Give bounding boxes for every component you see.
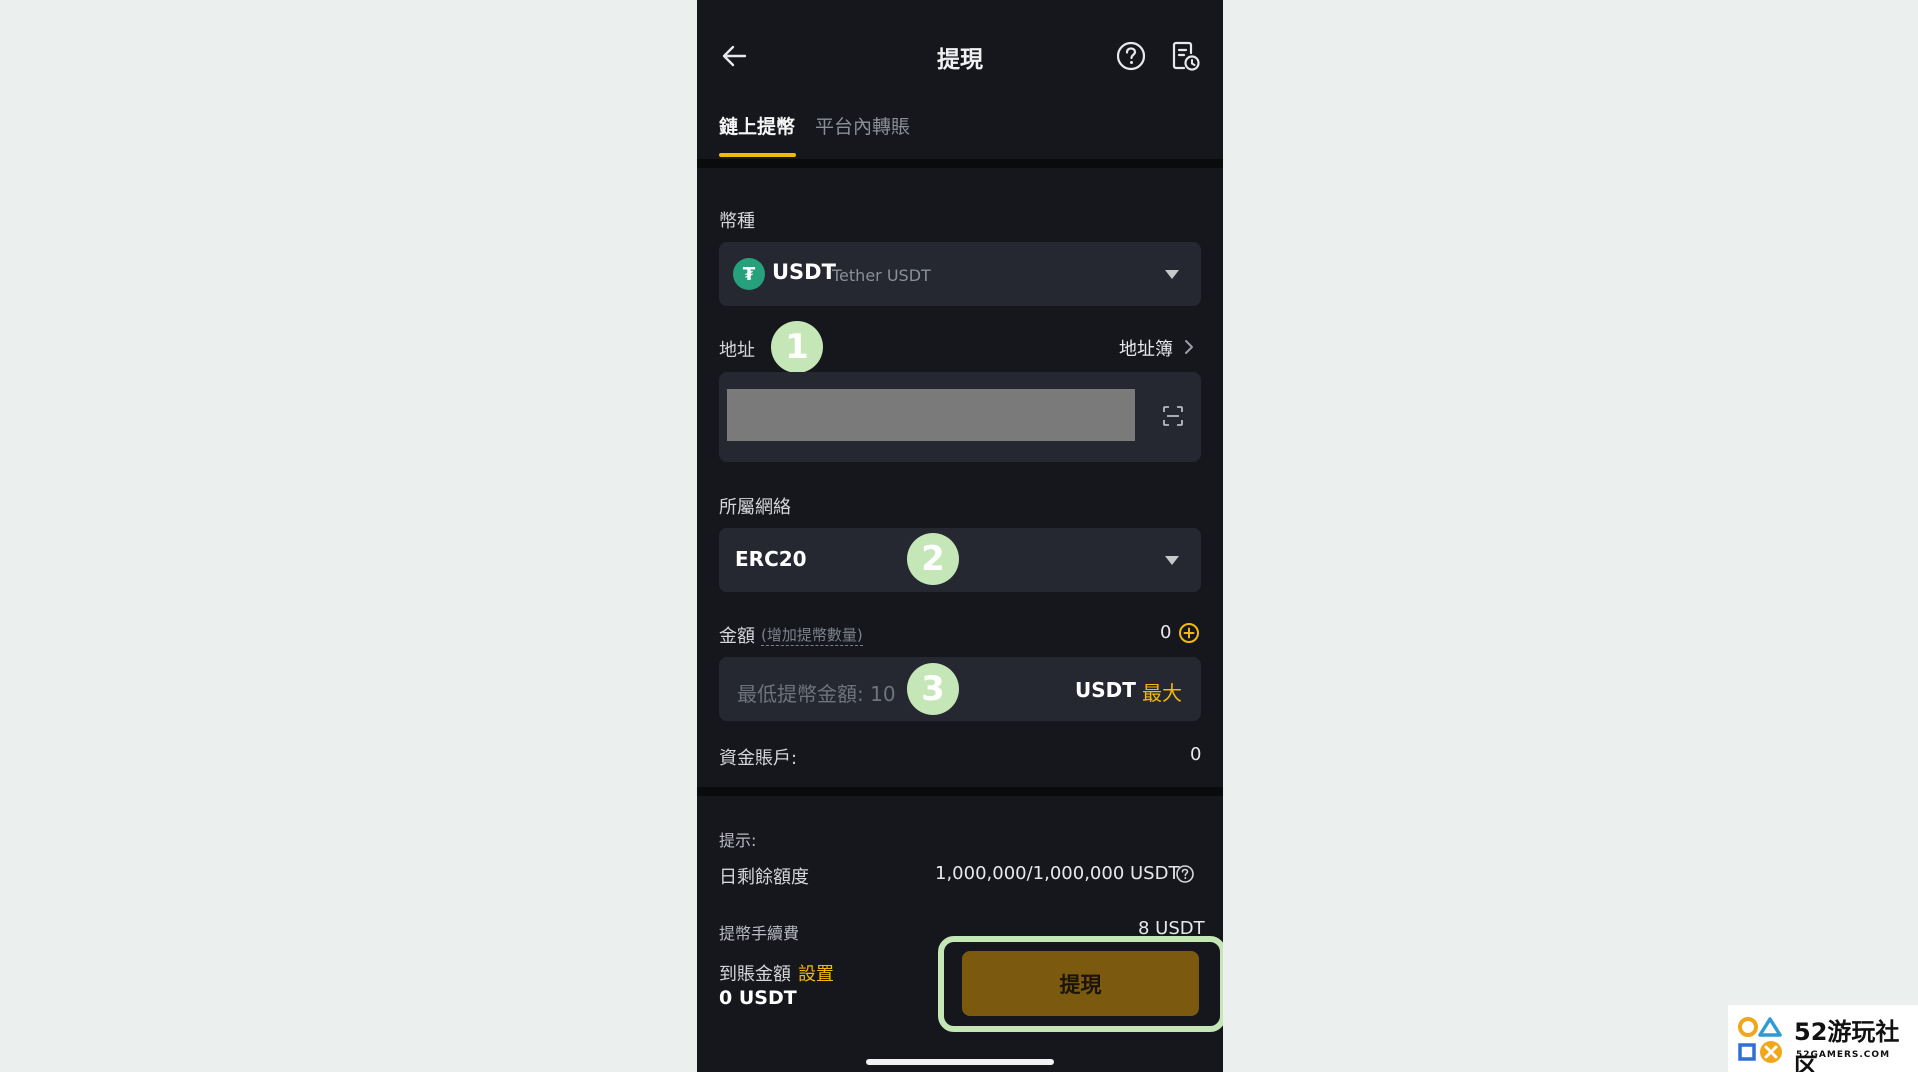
help-icon[interactable] [1115, 40, 1147, 72]
amount-count: 0 [1160, 622, 1172, 643]
step-badge-2: 2 [907, 533, 959, 585]
daily-remaining-label: 日剩餘額度 [719, 867, 809, 888]
network-value: ERC20 [735, 547, 807, 571]
tips-label: 提示: [719, 831, 757, 850]
funding-account-label: 資金賬戶: [719, 748, 798, 769]
info-question-icon[interactable] [1175, 864, 1195, 884]
received-amount-label: 到賬金額 [719, 964, 791, 985]
coin-label: 幣種 [719, 211, 755, 232]
watermark-title: 52游玩社区 [1794, 1018, 1900, 1072]
network-label: 所屬網絡 [719, 497, 791, 518]
amount-hint[interactable]: (增加提幣數量) [761, 624, 863, 646]
amount-unit: USDT [1075, 678, 1136, 702]
coin-full-name: Tether USDT [832, 266, 931, 285]
chevron-right-icon[interactable] [1184, 339, 1194, 355]
tether-coin-icon: ₮ [733, 258, 765, 290]
received-settings-link[interactable]: 設置 [798, 960, 834, 986]
phone-screen: 提現 鏈上提幣 平台內轉賬 幣種 ₮ USDT Tether USDT 地址 1… [697, 0, 1223, 1072]
scan-qr-icon[interactable] [1162, 405, 1184, 427]
tab-onchain-withdraw[interactable]: 鏈上提幣 [719, 112, 795, 139]
daily-remaining-value: 1,000,000/1,000,000 USDT [935, 863, 1180, 884]
withdraw-history-icon[interactable] [1171, 40, 1201, 72]
address-label: 地址 [719, 340, 755, 361]
step-badge-1: 1 [771, 321, 823, 373]
coin-symbol: USDT [772, 260, 836, 284]
withdraw-button[interactable]: 提現 [962, 951, 1199, 1016]
amount-label: 金額 [719, 626, 755, 647]
section-divider [697, 787, 1223, 796]
chevron-down-icon[interactable] [1165, 270, 1179, 279]
plus-circle-icon[interactable] [1178, 622, 1200, 644]
step-badge-3: 3 [907, 663, 959, 715]
amount-placeholder: 最低提幣金額: 10 [737, 682, 896, 706]
home-indicator[interactable] [866, 1059, 1054, 1065]
fee-label: 提幣手續費 [719, 924, 800, 943]
chevron-down-icon[interactable] [1165, 556, 1179, 565]
active-tab-indicator [719, 153, 796, 157]
section-divider [697, 159, 1223, 168]
received-amount-value: 0 USDT [719, 987, 797, 1009]
address-book-link[interactable]: 地址簿 [1119, 335, 1173, 361]
funding-account-value: 0 [1190, 744, 1202, 765]
watermark-url: 52GAMERS.COM [1796, 1050, 1891, 1060]
max-amount-button[interactable]: 最大 [1142, 677, 1182, 706]
game-controller-shapes-icon [1738, 1017, 1782, 1063]
tab-internal-transfer[interactable]: 平台內轉賬 [815, 112, 910, 139]
watermark-logo: 52游玩社区 52GAMERS.COM [1728, 1005, 1918, 1072]
address-redacted-value [727, 389, 1135, 441]
